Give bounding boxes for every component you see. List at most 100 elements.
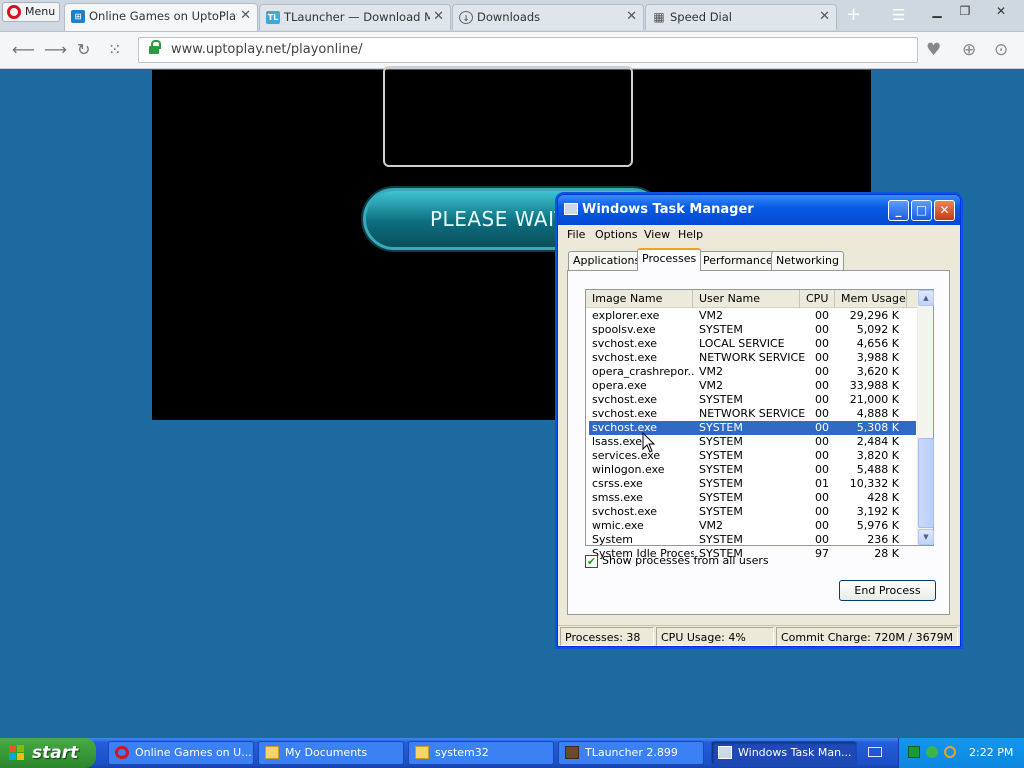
tab-downloads[interactable]: ↓ Downloads ✕: [452, 4, 644, 30]
tab-online-games[interactable]: ⊞ Online Games on UptoPlay — ✕: [64, 3, 258, 31]
tab-title: Downloads: [477, 10, 541, 24]
minimize-icon[interactable]: _: [888, 200, 909, 221]
tlauncher-icon: [565, 746, 579, 759]
process-cpu: 97: [815, 547, 829, 560]
tab-processes[interactable]: Processes: [637, 248, 702, 271]
process-name: spoolsv.exe: [592, 323, 656, 336]
url-field[interactable]: www.uptoplay.net/playonline/: [138, 37, 918, 63]
search-icon[interactable]: [944, 746, 956, 758]
forward-icon[interactable]: ⟶: [44, 40, 67, 59]
scroll-thumb[interactable]: [918, 438, 934, 528]
process-mem: 33,988 K: [849, 379, 899, 392]
process-row[interactable]: svchost.exe SYSTEM 00 5,308 K: [589, 421, 916, 435]
process-row[interactable]: svchost.exe SYSTEM 00 3,192 K: [589, 505, 916, 519]
account-icon[interactable]: ⊙: [994, 40, 1008, 60]
menu-file[interactable]: File: [567, 225, 585, 244]
process-user: LOCAL SERVICE: [699, 337, 785, 350]
taskbar-item-task-manager[interactable]: Windows Task Man...: [711, 741, 857, 765]
process-mem: 236 K: [867, 533, 899, 546]
process-mem: 29,296 K: [849, 309, 899, 322]
end-process-button[interactable]: End Process: [839, 580, 936, 601]
tab-title: TLauncher — Download Mine: [284, 10, 430, 24]
status-cpu-usage: CPU Usage: 4%: [656, 627, 774, 646]
process-mem: 2,484 K: [856, 435, 899, 448]
taskbar-item-opera[interactable]: Online Games on U...: [108, 741, 254, 765]
bookmark-heart-icon[interactable]: ♥: [926, 40, 941, 60]
column-user-name[interactable]: User Name: [693, 290, 800, 308]
download-status-icon[interactable]: ⊕: [962, 40, 976, 60]
process-row[interactable]: smss.exe SYSTEM 00 428 K: [589, 491, 916, 505]
process-row[interactable]: services.exe SYSTEM 00 3,820 K: [589, 449, 916, 463]
process-list[interactable]: Image Name User Name CPU Mem Usage explo…: [585, 289, 934, 560]
taskbar-item-tlauncher[interactable]: TLauncher 2.899: [558, 741, 704, 765]
taskbar-item-label: Windows Task Man...: [738, 746, 852, 759]
speed-dial-icon: ▦: [653, 10, 665, 24]
reload-icon[interactable]: ↻: [77, 40, 90, 59]
network-icon[interactable]: [908, 746, 920, 758]
tab-menu-icon[interactable]: ☰: [892, 6, 905, 24]
task-manager-icon: [718, 746, 732, 759]
security-icon[interactable]: [926, 746, 938, 758]
back-icon[interactable]: ⟵: [12, 40, 35, 59]
process-user: SYSTEM: [699, 463, 743, 476]
speed-dial-grid-icon[interactable]: ⁙: [108, 40, 121, 59]
close-tab-icon[interactable]: ✕: [626, 5, 637, 29]
tab-speed-dial[interactable]: ▦ Speed Dial ✕: [645, 4, 837, 30]
start-button[interactable]: start: [0, 738, 96, 768]
scroll-down-icon[interactable]: ▼: [918, 529, 934, 545]
close-tab-icon[interactable]: ✕: [819, 5, 830, 29]
process-row[interactable]: csrss.exe SYSTEM 01 10,332 K: [589, 477, 916, 491]
process-name: svchost.exe: [592, 407, 658, 420]
process-row[interactable]: spoolsv.exe SYSTEM 00 5,092 K: [589, 323, 916, 337]
process-mem: 4,888 K: [856, 407, 899, 420]
tab-networking[interactable]: Networking: [771, 251, 844, 270]
maximize-icon[interactable]: ❐: [954, 2, 976, 20]
process-row[interactable]: svchost.exe LOCAL SERVICE 00 4,656 K: [589, 337, 916, 351]
tab-performance[interactable]: Performance: [698, 251, 778, 270]
close-tab-icon[interactable]: ✕: [433, 5, 444, 29]
opera-menu-button[interactable]: Menu: [2, 2, 60, 22]
process-name: csrss.exe: [592, 477, 643, 490]
column-cpu[interactable]: CPU: [800, 290, 835, 308]
process-user: VM2: [699, 309, 724, 322]
process-mem: 3,192 K: [856, 505, 899, 518]
scroll-up-icon[interactable]: ▲: [918, 290, 934, 306]
process-mem: 5,488 K: [856, 463, 899, 476]
menu-options[interactable]: Options: [595, 225, 637, 244]
new-tab-icon[interactable]: +: [846, 4, 861, 25]
task-manager-titlebar[interactable]: Windows Task Manager _ □ ✕: [558, 195, 960, 225]
process-row[interactable]: opera_crashrepor... VM2 00 3,620 K: [589, 365, 916, 379]
process-row[interactable]: svchost.exe NETWORK SERVICE 00 4,888 K: [589, 407, 916, 421]
close-window-icon[interactable]: ✕: [982, 2, 1020, 20]
process-row[interactable]: winlogon.exe SYSTEM 00 5,488 K: [589, 463, 916, 477]
task-manager-menubar: File Options View Help: [558, 225, 960, 244]
show-all-users-checkbox[interactable]: ✔: [585, 555, 598, 568]
tab-applications[interactable]: Applications: [568, 251, 646, 270]
process-list-scrollbar[interactable]: ▲ ▼: [917, 290, 934, 545]
taskbar-item-my-documents[interactable]: My Documents: [258, 741, 404, 765]
taskbar-item-system32[interactable]: system32: [408, 741, 554, 765]
process-row[interactable]: explorer.exe VM2 00 29,296 K: [589, 309, 916, 323]
process-row[interactable]: wmic.exe VM2 00 5,976 K: [589, 519, 916, 533]
process-row[interactable]: System SYSTEM 00 236 K: [589, 533, 916, 547]
process-row[interactable]: opera.exe VM2 00 33,988 K: [589, 379, 916, 393]
maximize-icon[interactable]: □: [911, 200, 932, 221]
task-manager-title: Windows Task Manager: [582, 202, 754, 217]
process-user: SYSTEM: [699, 435, 743, 448]
process-cpu: 00: [815, 463, 829, 476]
column-image-name[interactable]: Image Name: [586, 290, 693, 308]
opera-icon: [115, 746, 129, 759]
process-row[interactable]: svchost.exe NETWORK SERVICE 00 3,988 K: [589, 351, 916, 365]
process-name: explorer.exe: [592, 309, 660, 322]
close-tab-icon[interactable]: ✕: [240, 4, 251, 28]
keyboard-icon[interactable]: [868, 747, 882, 757]
process-cpu: 00: [815, 323, 829, 336]
process-row[interactable]: lsass.exe SYSTEM 00 2,484 K: [589, 435, 916, 449]
process-row[interactable]: svchost.exe SYSTEM 00 21,000 K: [589, 393, 916, 407]
tab-tlauncher[interactable]: TL TLauncher — Download Mine ✕: [259, 4, 451, 30]
menu-help[interactable]: Help: [678, 225, 703, 244]
minimize-icon[interactable]: ▁: [926, 2, 948, 20]
menu-view[interactable]: View: [644, 225, 670, 244]
column-mem-usage[interactable]: Mem Usage: [835, 290, 907, 308]
close-icon[interactable]: ✕: [934, 200, 955, 221]
